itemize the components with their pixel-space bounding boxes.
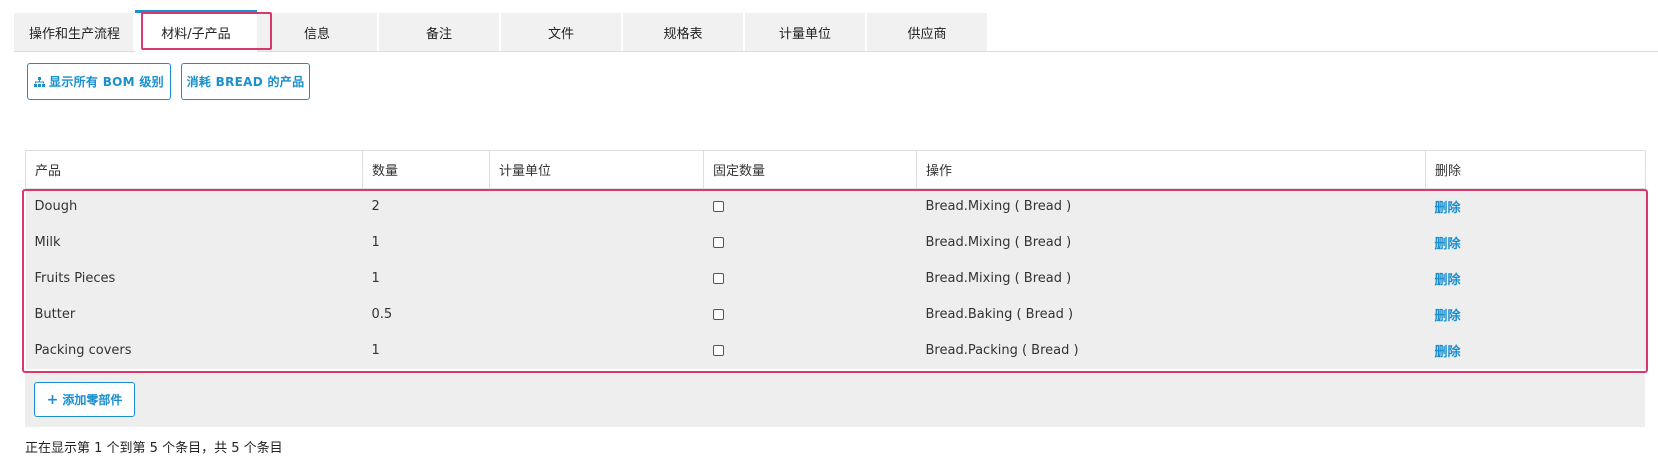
tab-suppliers[interactable]: 供应商 <box>867 13 989 51</box>
table-row: Dough 2 Bread.Mixing ( Bread ) 删除 <box>25 188 1646 225</box>
sitemap-icon <box>34 76 46 87</box>
fixed-qty-checkbox[interactable] <box>712 237 724 248</box>
delete-link[interactable]: 删除 <box>1435 237 1461 252</box>
tab-uom[interactable]: 计量单位 <box>745 13 867 51</box>
header-qty[interactable]: 数量 <box>362 150 490 189</box>
tab-specs[interactable]: 规格表 <box>623 13 745 51</box>
header-uom[interactable]: 计量单位 <box>489 150 704 189</box>
cell-delete: 删除 <box>1425 296 1646 333</box>
cell-operation: Bread.Baking ( Bread ) <box>916 296 1426 333</box>
tab-materials[interactable]: 材料/子产品 <box>135 10 257 52</box>
fixed-qty-checkbox[interactable] <box>712 309 724 320</box>
fixed-qty-checkbox[interactable] <box>712 273 724 284</box>
cell-uom <box>489 260 704 297</box>
fixed-qty-checkbox[interactable] <box>712 345 724 356</box>
tab-info[interactable]: 信息 <box>257 13 379 51</box>
delete-link[interactable]: 删除 <box>1435 345 1461 360</box>
fixed-qty-checkbox[interactable] <box>712 201 724 213</box>
table-footer <box>25 373 1645 427</box>
materials-table: 产品 数量 计量单位 固定数量 操作 删除 Dough 2 Bread.Mixi… <box>25 150 1646 369</box>
cell-uom <box>489 296 704 333</box>
cell-qty: 1 <box>362 332 490 369</box>
consume-products-label: 消耗 BREAD 的产品 <box>186 75 305 89</box>
cell-delete: 删除 <box>1425 188 1646 225</box>
cell-product: Dough <box>25 188 363 225</box>
header-fixed[interactable]: 固定数量 <box>703 150 917 189</box>
header-product[interactable]: 产品 <box>25 150 363 189</box>
plus-icon: + <box>46 391 59 408</box>
cell-operation: Bread.Mixing ( Bread ) <box>916 260 1426 297</box>
cell-qty: 1 <box>362 224 490 261</box>
cell-qty: 0.5 <box>362 296 490 333</box>
cell-operation: Bread.Mixing ( Bread ) <box>916 188 1426 225</box>
show-bom-button[interactable]: 显示所有 BOM 级别 <box>27 63 171 100</box>
add-component-button[interactable]: + 添加零部件 <box>34 382 135 417</box>
table-row: Butter 0.5 Bread.Baking ( Bread ) 删除 <box>25 296 1646 333</box>
cell-qty: 1 <box>362 260 490 297</box>
cell-fixed <box>703 296 917 333</box>
add-component-label: 添加零部件 <box>62 393 123 407</box>
cell-delete: 删除 <box>1425 224 1646 261</box>
cell-product: Milk <box>25 224 363 261</box>
tab-operations[interactable]: 操作和生产流程 <box>14 13 135 51</box>
cell-fixed <box>703 332 917 369</box>
table-row: Fruits Pieces 1 Bread.Mixing ( Bread ) 删… <box>25 260 1646 297</box>
tab-bar: 操作和生产流程 材料/子产品 信息 备注 文件 规格表 计量单位 供应商 <box>14 10 1658 52</box>
delete-link[interactable]: 删除 <box>1435 309 1461 324</box>
header-delete: 删除 <box>1425 150 1646 189</box>
table-info: 正在显示第 1 个到第 5 个条目，共 5 个条目 <box>25 441 283 456</box>
delete-link[interactable]: 删除 <box>1435 201 1461 216</box>
cell-product: Packing covers <box>25 332 363 369</box>
delete-link[interactable]: 删除 <box>1435 273 1461 288</box>
tab-notes[interactable]: 备注 <box>379 13 501 51</box>
consume-products-button[interactable]: 消耗 BREAD 的产品 <box>181 63 310 100</box>
cell-fixed <box>703 260 917 297</box>
table-row: Milk 1 Bread.Mixing ( Bread ) 删除 <box>25 224 1646 261</box>
cell-operation: Bread.Packing ( Bread ) <box>916 332 1426 369</box>
cell-fixed <box>703 224 917 261</box>
cell-qty: 2 <box>362 188 490 225</box>
cell-uom <box>489 188 704 225</box>
cell-uom <box>489 332 704 369</box>
cell-fixed <box>703 188 917 225</box>
table-header-row: 产品 数量 计量单位 固定数量 操作 删除 <box>25 150 1646 189</box>
tab-files[interactable]: 文件 <box>501 13 623 51</box>
cell-uom <box>489 224 704 261</box>
cell-delete: 删除 <box>1425 260 1646 297</box>
cell-product: Butter <box>25 296 363 333</box>
table-row: Packing covers 1 Bread.Packing ( Bread )… <box>25 332 1646 369</box>
cell-operation: Bread.Mixing ( Bread ) <box>916 224 1426 261</box>
show-bom-label: 显示所有 BOM 级别 <box>49 75 164 89</box>
cell-product: Fruits Pieces <box>25 260 363 297</box>
header-operation[interactable]: 操作 <box>916 150 1426 189</box>
cell-delete: 删除 <box>1425 332 1646 369</box>
